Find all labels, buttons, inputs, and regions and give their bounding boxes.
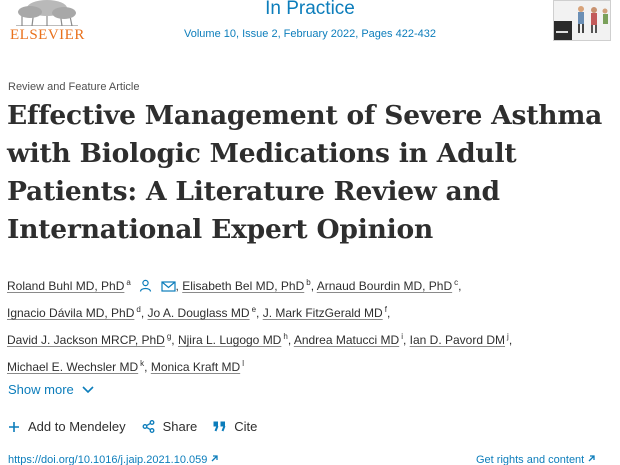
quote-icon xyxy=(213,421,226,432)
author-list: Roland Buhl MD, PhD a , Elisabeth Bel MD,… xyxy=(7,278,513,374)
journal-cover-image[interactable] xyxy=(553,0,611,41)
show-more-button[interactable]: Show more xyxy=(8,382,94,397)
cover-illustration-icon xyxy=(554,1,610,40)
author-name[interactable]: Andrea Matucci MD xyxy=(294,333,399,347)
doi-text: https://doi.org/10.1016/j.jaip.2021.10.0… xyxy=(8,454,208,465)
article-title: Effective Management of Severe Asthma wi… xyxy=(7,100,603,245)
share-button[interactable]: Share xyxy=(142,419,198,434)
journal-issue-info[interactable]: Volume 10, Issue 2, February 2022, Pages… xyxy=(0,28,620,40)
author-name[interactable]: Michael E. Wechsler MD xyxy=(7,360,138,374)
author-item[interactable]: Ignacio Dávila MD, PhD d xyxy=(7,305,141,320)
author-name[interactable]: Ignacio Dávila MD, PhD xyxy=(7,306,134,320)
journal-header: ELSEVIER In Practice Volume 10, Issue 2,… xyxy=(0,0,620,52)
author-item[interactable]: Andrea Matucci MD i xyxy=(294,332,403,347)
get-rights-text: Get rights and content xyxy=(476,454,585,465)
author-name[interactable]: David J. Jackson MRCP, PhD xyxy=(7,333,165,347)
author-affiliation: a xyxy=(126,278,131,287)
article-type: Review and Feature Article xyxy=(8,81,140,93)
author-name[interactable]: Njira L. Lugogo MD xyxy=(178,333,281,347)
author-affiliation: e xyxy=(251,305,257,314)
author-item[interactable]: Arnaud Bourdin MD, PhD c xyxy=(317,278,459,293)
author-item[interactable]: Monica Kraft MD l xyxy=(151,359,244,374)
journal-title[interactable]: In Practice xyxy=(0,0,620,20)
author-affiliation: l xyxy=(242,359,244,368)
share-icon xyxy=(142,420,155,433)
doi-link[interactable]: https://doi.org/10.1016/j.jaip.2021.10.0… xyxy=(8,454,219,465)
plus-icon xyxy=(9,421,19,432)
author-item[interactable]: Njira L. Lugogo MD h xyxy=(178,332,288,347)
add-to-mendeley-label: Add to Mendeley xyxy=(28,419,126,434)
author-affiliation: k xyxy=(140,359,145,368)
external-link-icon xyxy=(211,455,219,462)
get-rights-link[interactable]: Get rights and content xyxy=(476,454,596,465)
author-name[interactable]: Arnaud Bourdin MD, PhD xyxy=(317,279,452,293)
show-more-label: Show more xyxy=(8,382,74,397)
author-name[interactable]: Jo A. Douglass MD xyxy=(148,306,250,320)
author-affiliation: h xyxy=(283,332,288,341)
cite-label: Cite xyxy=(234,419,258,434)
author-item[interactable]: Elisabeth Bel MD, PhD b xyxy=(182,278,311,293)
envelope-icon[interactable] xyxy=(160,280,176,292)
author-item[interactable]: Michael E. Wechsler MD k xyxy=(7,359,145,374)
author-affiliation: i xyxy=(401,332,403,341)
author-affiliation: c xyxy=(454,278,459,287)
author-name[interactable]: Roland Buhl MD, PhD xyxy=(7,279,124,293)
article-actions: Add to Mendeley Share Cite xyxy=(8,419,273,434)
external-link-icon xyxy=(588,455,595,462)
cite-button[interactable]: Cite xyxy=(213,419,257,434)
author-item[interactable]: David J. Jackson MRCP, PhD g xyxy=(7,332,172,347)
author-affiliation: f xyxy=(384,305,387,314)
share-label: Share xyxy=(162,419,198,434)
author-affiliation: d xyxy=(136,305,141,314)
author-name[interactable]: Ian D. Pavord DM xyxy=(410,333,505,347)
author-name[interactable]: Monica Kraft MD xyxy=(151,360,240,374)
author-name[interactable]: J. Mark FitzGerald MD xyxy=(263,306,383,320)
author-item[interactable]: Jo A. Douglass MD e xyxy=(148,305,257,320)
author-item[interactable]: J. Mark FitzGerald MD f xyxy=(263,305,387,320)
chevron-down-icon xyxy=(82,385,94,393)
author-affiliation: b xyxy=(306,278,311,287)
author-item[interactable]: Ian D. Pavord DM j xyxy=(410,332,509,347)
author-affiliation: g xyxy=(166,332,172,341)
author-affiliation: j xyxy=(507,332,509,341)
add-to-mendeley-button[interactable]: Add to Mendeley xyxy=(8,419,126,434)
person-icon[interactable] xyxy=(139,279,152,292)
author-item[interactable]: Roland Buhl MD, PhD a xyxy=(7,278,131,293)
author-name[interactable]: Elisabeth Bel MD, PhD xyxy=(182,279,304,293)
